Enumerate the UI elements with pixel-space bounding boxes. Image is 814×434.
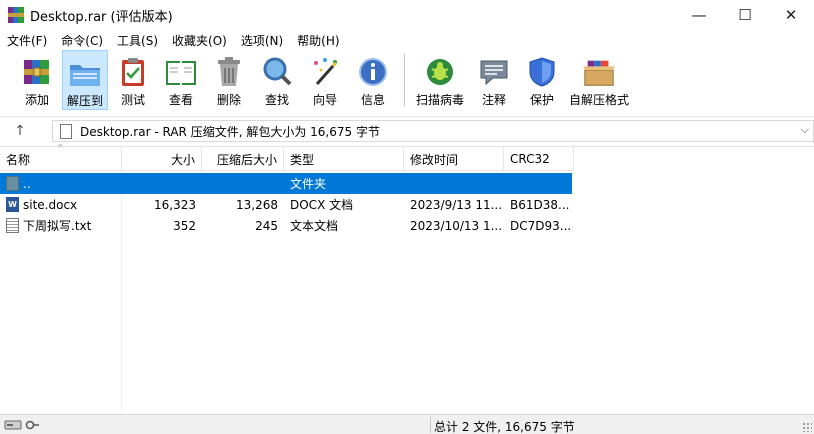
status-summary: 总计 2 文件, 16,675 字节 xyxy=(434,420,575,434)
info-button[interactable]: 信息 xyxy=(350,50,396,110)
delete-button[interactable]: 删除 xyxy=(206,50,252,110)
virus-scan-label: 扫描病毒 xyxy=(415,93,464,107)
protect-label: 保护 xyxy=(529,93,554,107)
add-label: 添加 xyxy=(24,93,49,107)
row-modified: 2023/9/13 11... xyxy=(410,197,503,212)
column-name-label: 名称 xyxy=(6,152,31,167)
column-type-label: 类型 xyxy=(290,152,315,167)
column-name[interactable]: 名称 ^ xyxy=(0,143,122,171)
toolbar: 添加 解压到 测试 查看 删除 查找 向导 信息 扫描病毒 注释 保护 自解压格… xyxy=(0,50,814,114)
row-type: 文件夹 xyxy=(290,177,327,191)
winrar-app-icon xyxy=(8,7,24,23)
extract-to-label: 解压到 xyxy=(66,94,103,108)
info-label: 信息 xyxy=(360,93,385,107)
comment-button[interactable]: 注释 xyxy=(471,50,517,110)
column-type[interactable]: 类型 xyxy=(284,147,404,171)
virus-scan-button[interactable]: 扫描病毒 xyxy=(411,50,469,110)
row-type: 文本文档 xyxy=(290,219,339,233)
magnifier-icon xyxy=(260,54,294,90)
close-button[interactable]: ✕ xyxy=(768,0,814,30)
table-row-site-docx[interactable]: site.docx 16,323 13,268 DOCX 文档 2023/9/1… xyxy=(0,194,572,215)
protect-button[interactable]: 保护 xyxy=(519,50,565,110)
delete-label: 删除 xyxy=(216,93,241,107)
add-archive-icon xyxy=(20,54,54,90)
file-list: 名称 ^ 大小 压缩后大小 类型 修改时间 CRC32 .. 文件夹 W sit… xyxy=(0,143,814,413)
wizard-label: 向导 xyxy=(312,93,337,107)
row-crc: B61D38... xyxy=(510,197,570,212)
column-packed-label: 压缩后大小 xyxy=(216,152,277,167)
row-type: DOCX 文档 xyxy=(290,198,354,212)
menu-favorites[interactable]: 收藏夹(O) xyxy=(165,32,234,49)
menu-bar: 文件(F) 命令(C) 工具(S) 收藏夹(O) 选项(N) 帮助(H) xyxy=(0,30,814,50)
find-button[interactable]: 查找 xyxy=(254,50,300,110)
archive-file-icon xyxy=(60,123,72,139)
column-size-label: 大小 xyxy=(170,152,195,167)
sfx-button[interactable]: 自解压格式 xyxy=(567,50,631,110)
address-text: Desktop.rar - RAR 压缩文件, 解包大小为 16,675 字节 xyxy=(80,124,380,139)
file-rows: .. 文件夹 site.docx 16,323 13,268 DOCX 文档 2… xyxy=(0,173,572,236)
column-modified-label: 修改时间 xyxy=(410,152,459,167)
folder-icon xyxy=(6,176,19,191)
menu-commands[interactable]: 命令(C) xyxy=(54,32,110,49)
row-name: site.docx xyxy=(23,197,78,212)
table-row-parent-folder[interactable]: .. 文件夹 xyxy=(0,173,572,194)
status-bar: 总计 2 文件, 16,675 字节 xyxy=(0,414,814,434)
column-crc32[interactable]: CRC32 xyxy=(504,147,574,171)
chevron-down-icon[interactable]: ⌵ xyxy=(801,123,809,137)
extract-folder-icon xyxy=(68,55,102,91)
row-modified: 2023/10/13 1... xyxy=(410,218,503,233)
sfx-box-icon xyxy=(582,54,616,90)
trash-icon xyxy=(212,54,246,90)
title-bar: Desktop.rar (评估版本) — ☐ ✕ xyxy=(0,0,814,30)
menu-options[interactable]: 选项(N) xyxy=(234,32,290,49)
list-header: 名称 ^ 大小 压缩后大小 类型 修改时间 CRC32 xyxy=(0,143,574,171)
up-arrow-icon: ↑ xyxy=(14,122,26,139)
table-row-txt-file[interactable]: 下周拟写.txt 352 245 文本文档 2023/10/13 1... DC… xyxy=(0,215,572,236)
word-doc-icon xyxy=(6,197,19,212)
column-packed-size[interactable]: 压缩后大小 xyxy=(202,147,284,171)
status-separator xyxy=(430,417,431,433)
address-field[interactable]: Desktop.rar - RAR 压缩文件, 解包大小为 16,675 字节 … xyxy=(52,120,814,142)
test-clipboard-icon xyxy=(116,54,150,90)
row-packed: 245 xyxy=(255,218,278,233)
test-button[interactable]: 测试 xyxy=(110,50,156,110)
comment-label: 注释 xyxy=(481,93,506,107)
maximize-button[interactable]: ☐ xyxy=(722,0,768,30)
magic-wand-icon xyxy=(308,54,342,90)
view-book-icon xyxy=(164,54,198,90)
wizard-button[interactable]: 向导 xyxy=(302,50,348,110)
drive-key-icon[interactable] xyxy=(4,418,40,432)
sort-ascending-icon: ^ xyxy=(57,143,64,152)
menu-tools[interactable]: 工具(S) xyxy=(110,32,165,49)
view-button[interactable]: 查看 xyxy=(158,50,204,110)
menu-help[interactable]: 帮助(H) xyxy=(290,32,346,49)
shield-icon xyxy=(525,54,559,90)
column-crc-label: CRC32 xyxy=(510,152,550,166)
add-button[interactable]: 添加 xyxy=(14,50,60,110)
minimize-button[interactable]: — xyxy=(676,0,722,30)
menu-file[interactable]: 文件(F) xyxy=(0,32,54,49)
comment-bubble-icon xyxy=(477,54,511,90)
row-size: 16,323 xyxy=(154,197,196,212)
up-button[interactable]: ↑ xyxy=(0,117,40,145)
virus-bug-icon xyxy=(423,54,457,90)
row-crc: DC7D93... xyxy=(510,218,572,233)
row-size: 352 xyxy=(173,218,196,233)
toolbar-separator xyxy=(404,54,405,106)
resize-grip-icon[interactable] xyxy=(802,422,812,432)
find-label: 查找 xyxy=(264,93,289,107)
window-title: Desktop.rar (评估版本) xyxy=(30,9,173,25)
text-file-icon xyxy=(6,218,19,233)
row-packed: 13,268 xyxy=(236,197,278,212)
test-label: 测试 xyxy=(120,93,145,107)
row-name: 下周拟写.txt xyxy=(23,219,92,233)
column-modified[interactable]: 修改时间 xyxy=(404,147,504,171)
address-bar: ↑ Desktop.rar - RAR 压缩文件, 解包大小为 16,675 字… xyxy=(0,116,814,144)
row-name: .. xyxy=(23,176,31,191)
view-label: 查看 xyxy=(168,93,193,107)
info-icon xyxy=(356,54,390,90)
extract-to-button[interactable]: 解压到 xyxy=(62,50,108,110)
column-size[interactable]: 大小 xyxy=(122,147,202,171)
sfx-label: 自解压格式 xyxy=(568,93,629,107)
